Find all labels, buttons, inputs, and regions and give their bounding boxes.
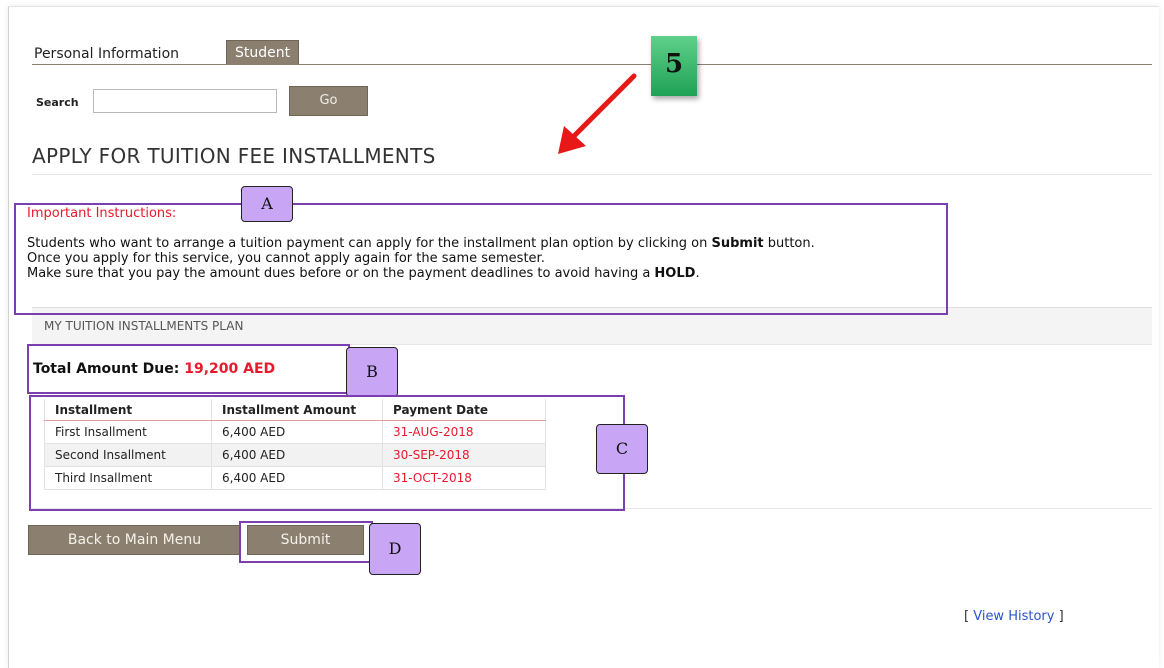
search-input[interactable] xyxy=(93,89,277,113)
go-button[interactable]: Go xyxy=(289,86,368,116)
annotation-box-b xyxy=(27,344,350,394)
annotation-label-d: D xyxy=(369,523,421,575)
view-history: [ View History ] xyxy=(964,609,1064,624)
page-title: APPLY FOR TUITION FEE INSTALLMENTS xyxy=(32,144,436,168)
view-history-link[interactable]: View History xyxy=(973,609,1054,624)
tab-personal-information[interactable]: Personal Information xyxy=(34,46,179,62)
history-bracket-open: [ xyxy=(964,609,974,624)
tab-student[interactable]: Student xyxy=(226,40,300,65)
annotation-box-d xyxy=(239,521,373,563)
history-bracket-close: ] xyxy=(1054,609,1064,624)
search-label: Search xyxy=(36,96,79,109)
annotation-box-c xyxy=(29,395,625,511)
back-to-main-menu-button[interactable]: Back to Main Menu xyxy=(28,525,241,555)
annotation-label-c: C xyxy=(596,424,648,474)
plan-section-title: MY TUITION INSTALLMENTS PLAN xyxy=(44,319,244,333)
step-number-badge: 5 xyxy=(651,36,697,96)
tab-underline xyxy=(32,64,1152,65)
annotation-label-b: B xyxy=(346,347,398,397)
red-arrow-icon xyxy=(558,73,637,154)
title-divider xyxy=(32,174,1152,175)
annotation-label-a: A xyxy=(241,186,293,222)
annotation-box-a xyxy=(14,203,948,315)
